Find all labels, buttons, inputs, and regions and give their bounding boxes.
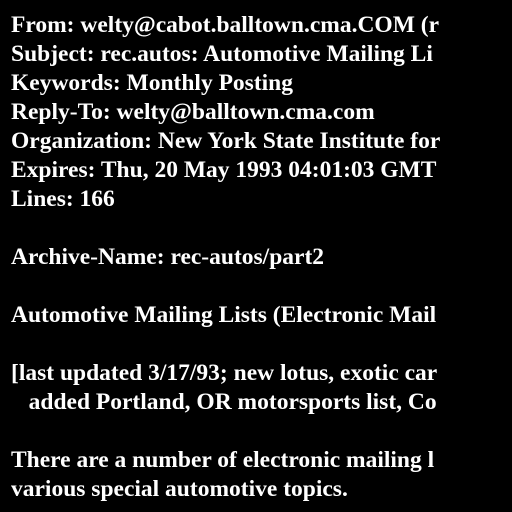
intro-line-2: various special automotive topics. [11,476,348,502]
archive-name: Archive-Name: rec-autos/part2 [11,244,325,270]
document-heading: Automotive Mailing Lists (Electronic Mai… [11,302,437,328]
header-lines: Lines: 166 [11,186,115,212]
header-keywords: Keywords: Monthly Posting [11,70,293,96]
update-note-line-1: [last updated 3/17/93; new lotus, exotic… [11,360,438,386]
header-expires: Expires: Thu, 20 May 1993 04:01:03 GMT [11,157,437,183]
header-organization: Organization: New York State Institute f… [11,128,441,154]
header-reply-to: Reply-To: welty@balltown.cma.com [11,99,375,125]
header-subject: Subject: rec.autos: Automotive Mailing L… [11,41,433,67]
header-from: From: welty@cabot.balltown.cma.COM (r [11,12,440,38]
email-document: From: welty@cabot.balltown.cma.COM (r Su… [11,11,512,504]
intro-line-1: There are a number of electronic mailing… [11,447,435,473]
update-note-line-2: added Portland, OR motorsports list, Co [11,389,437,415]
